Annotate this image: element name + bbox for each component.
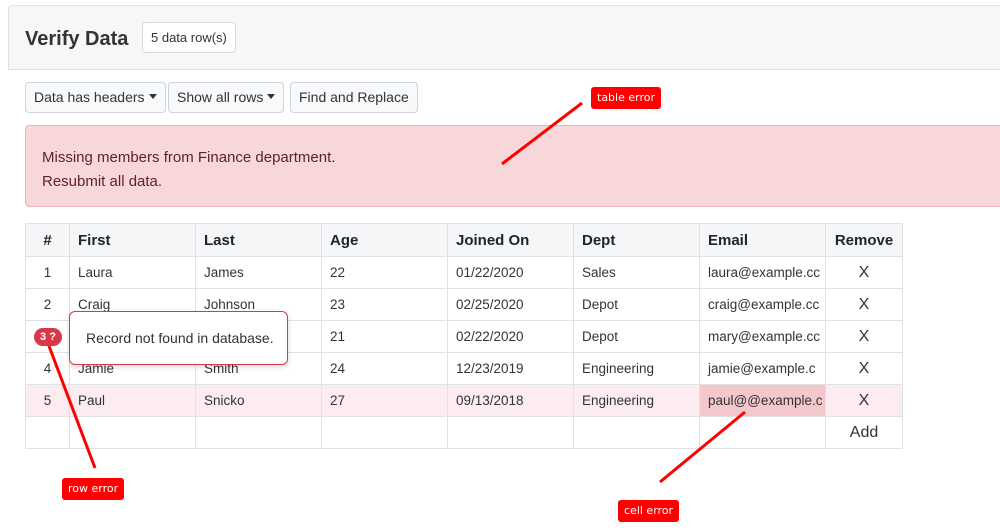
remove-row-button[interactable]: X	[825, 256, 903, 289]
email-cell[interactable]: laura@example.cc	[699, 256, 826, 289]
age-cell[interactable]: 21	[321, 320, 448, 353]
empty-cell	[69, 416, 196, 449]
age-cell[interactable]: 27	[321, 384, 448, 417]
email-cell-error[interactable]: paul@@example.c	[699, 384, 826, 417]
last-name-cell[interactable]: James	[195, 256, 322, 289]
table-header-row: # First Last Age Joined On Dept Email Re…	[25, 223, 903, 257]
table-row: 1 Laura James 22 01/22/2020 Sales laura@…	[25, 256, 903, 289]
age-cell[interactable]: 22	[321, 256, 448, 289]
dept-cell[interactable]: Engineering	[573, 384, 700, 417]
table-error-alert: Missing members from Finance department.…	[25, 125, 1000, 207]
page-title: Verify Data	[25, 28, 129, 50]
remove-row-button[interactable]: X	[825, 352, 903, 385]
show-rows-dropdown[interactable]: Show all rows	[168, 82, 285, 113]
empty-cell	[699, 416, 826, 449]
alert-line-2: Resubmit all data.	[42, 173, 163, 190]
joined-on-cell[interactable]: 02/22/2020	[447, 320, 574, 353]
page-header: Verify Data 5 data row(s)	[8, 5, 1000, 70]
dept-cell[interactable]: Depot	[573, 288, 700, 321]
find-replace-button[interactable]: Find and Replace	[290, 82, 418, 113]
column-header-joined-on: Joined On	[447, 223, 574, 257]
joined-on-cell[interactable]: 12/23/2019	[447, 352, 574, 385]
row-error-badge[interactable]: 3 ?	[34, 328, 62, 346]
remove-row-button[interactable]: X	[825, 288, 903, 321]
column-header-remove: Remove	[825, 223, 903, 257]
row-count-badge: 5 data row(s)	[142, 22, 236, 53]
row-number: 5	[25, 384, 70, 417]
empty-cell	[321, 416, 448, 449]
row-number: 2	[25, 288, 70, 321]
empty-cell	[573, 416, 700, 449]
last-name-cell[interactable]: Snicko	[195, 384, 322, 417]
row-number: 1	[25, 256, 70, 289]
email-cell[interactable]: craig@example.cc	[699, 288, 826, 321]
column-header-email: Email	[699, 223, 826, 257]
add-row-button[interactable]: Add	[825, 416, 903, 449]
row-number: 4	[25, 352, 70, 385]
column-header-age: Age	[321, 223, 448, 257]
table-row-error: 5 Paul Snicko 27 09/13/2018 Engineering …	[25, 384, 903, 417]
first-name-cell[interactable]: Laura	[69, 256, 196, 289]
dept-cell[interactable]: Sales	[573, 256, 700, 289]
column-header-last: Last	[195, 223, 322, 257]
column-header-first: First	[69, 223, 196, 257]
caret-down-icon	[148, 94, 157, 99]
alert-line-1: Missing members from Finance department.	[42, 149, 336, 166]
cell-error-callout: cell error	[618, 500, 680, 522]
joined-on-cell[interactable]: 09/13/2018	[447, 384, 574, 417]
row-error-callout: row error	[62, 478, 125, 500]
empty-cell	[195, 416, 322, 449]
column-header-dept: Dept	[573, 223, 700, 257]
empty-cell	[25, 416, 70, 449]
table-error-callout: table error	[591, 87, 661, 109]
column-header-number: #	[25, 223, 70, 257]
email-cell[interactable]: jamie@example.c	[699, 352, 826, 385]
age-cell[interactable]: 24	[321, 352, 448, 385]
remove-row-button[interactable]: X	[825, 320, 903, 353]
empty-cell	[447, 416, 574, 449]
show-rows-label: Show all rows	[177, 89, 264, 105]
add-row: Add	[25, 416, 903, 449]
remove-row-button[interactable]: X	[825, 384, 903, 417]
age-cell[interactable]: 23	[321, 288, 448, 321]
first-name-cell[interactable]: Paul	[69, 384, 196, 417]
dept-cell[interactable]: Depot	[573, 320, 700, 353]
dept-cell[interactable]: Engineering	[573, 352, 700, 385]
caret-down-icon	[267, 94, 276, 99]
joined-on-cell[interactable]: 02/25/2020	[447, 288, 574, 321]
email-cell[interactable]: mary@example.cc	[699, 320, 826, 353]
data-has-headers-label: Data has headers	[34, 89, 145, 105]
data-has-headers-dropdown[interactable]: Data has headers	[25, 82, 166, 113]
joined-on-cell[interactable]: 01/22/2020	[447, 256, 574, 289]
row-error-tooltip: Record not found in database.	[69, 311, 288, 365]
